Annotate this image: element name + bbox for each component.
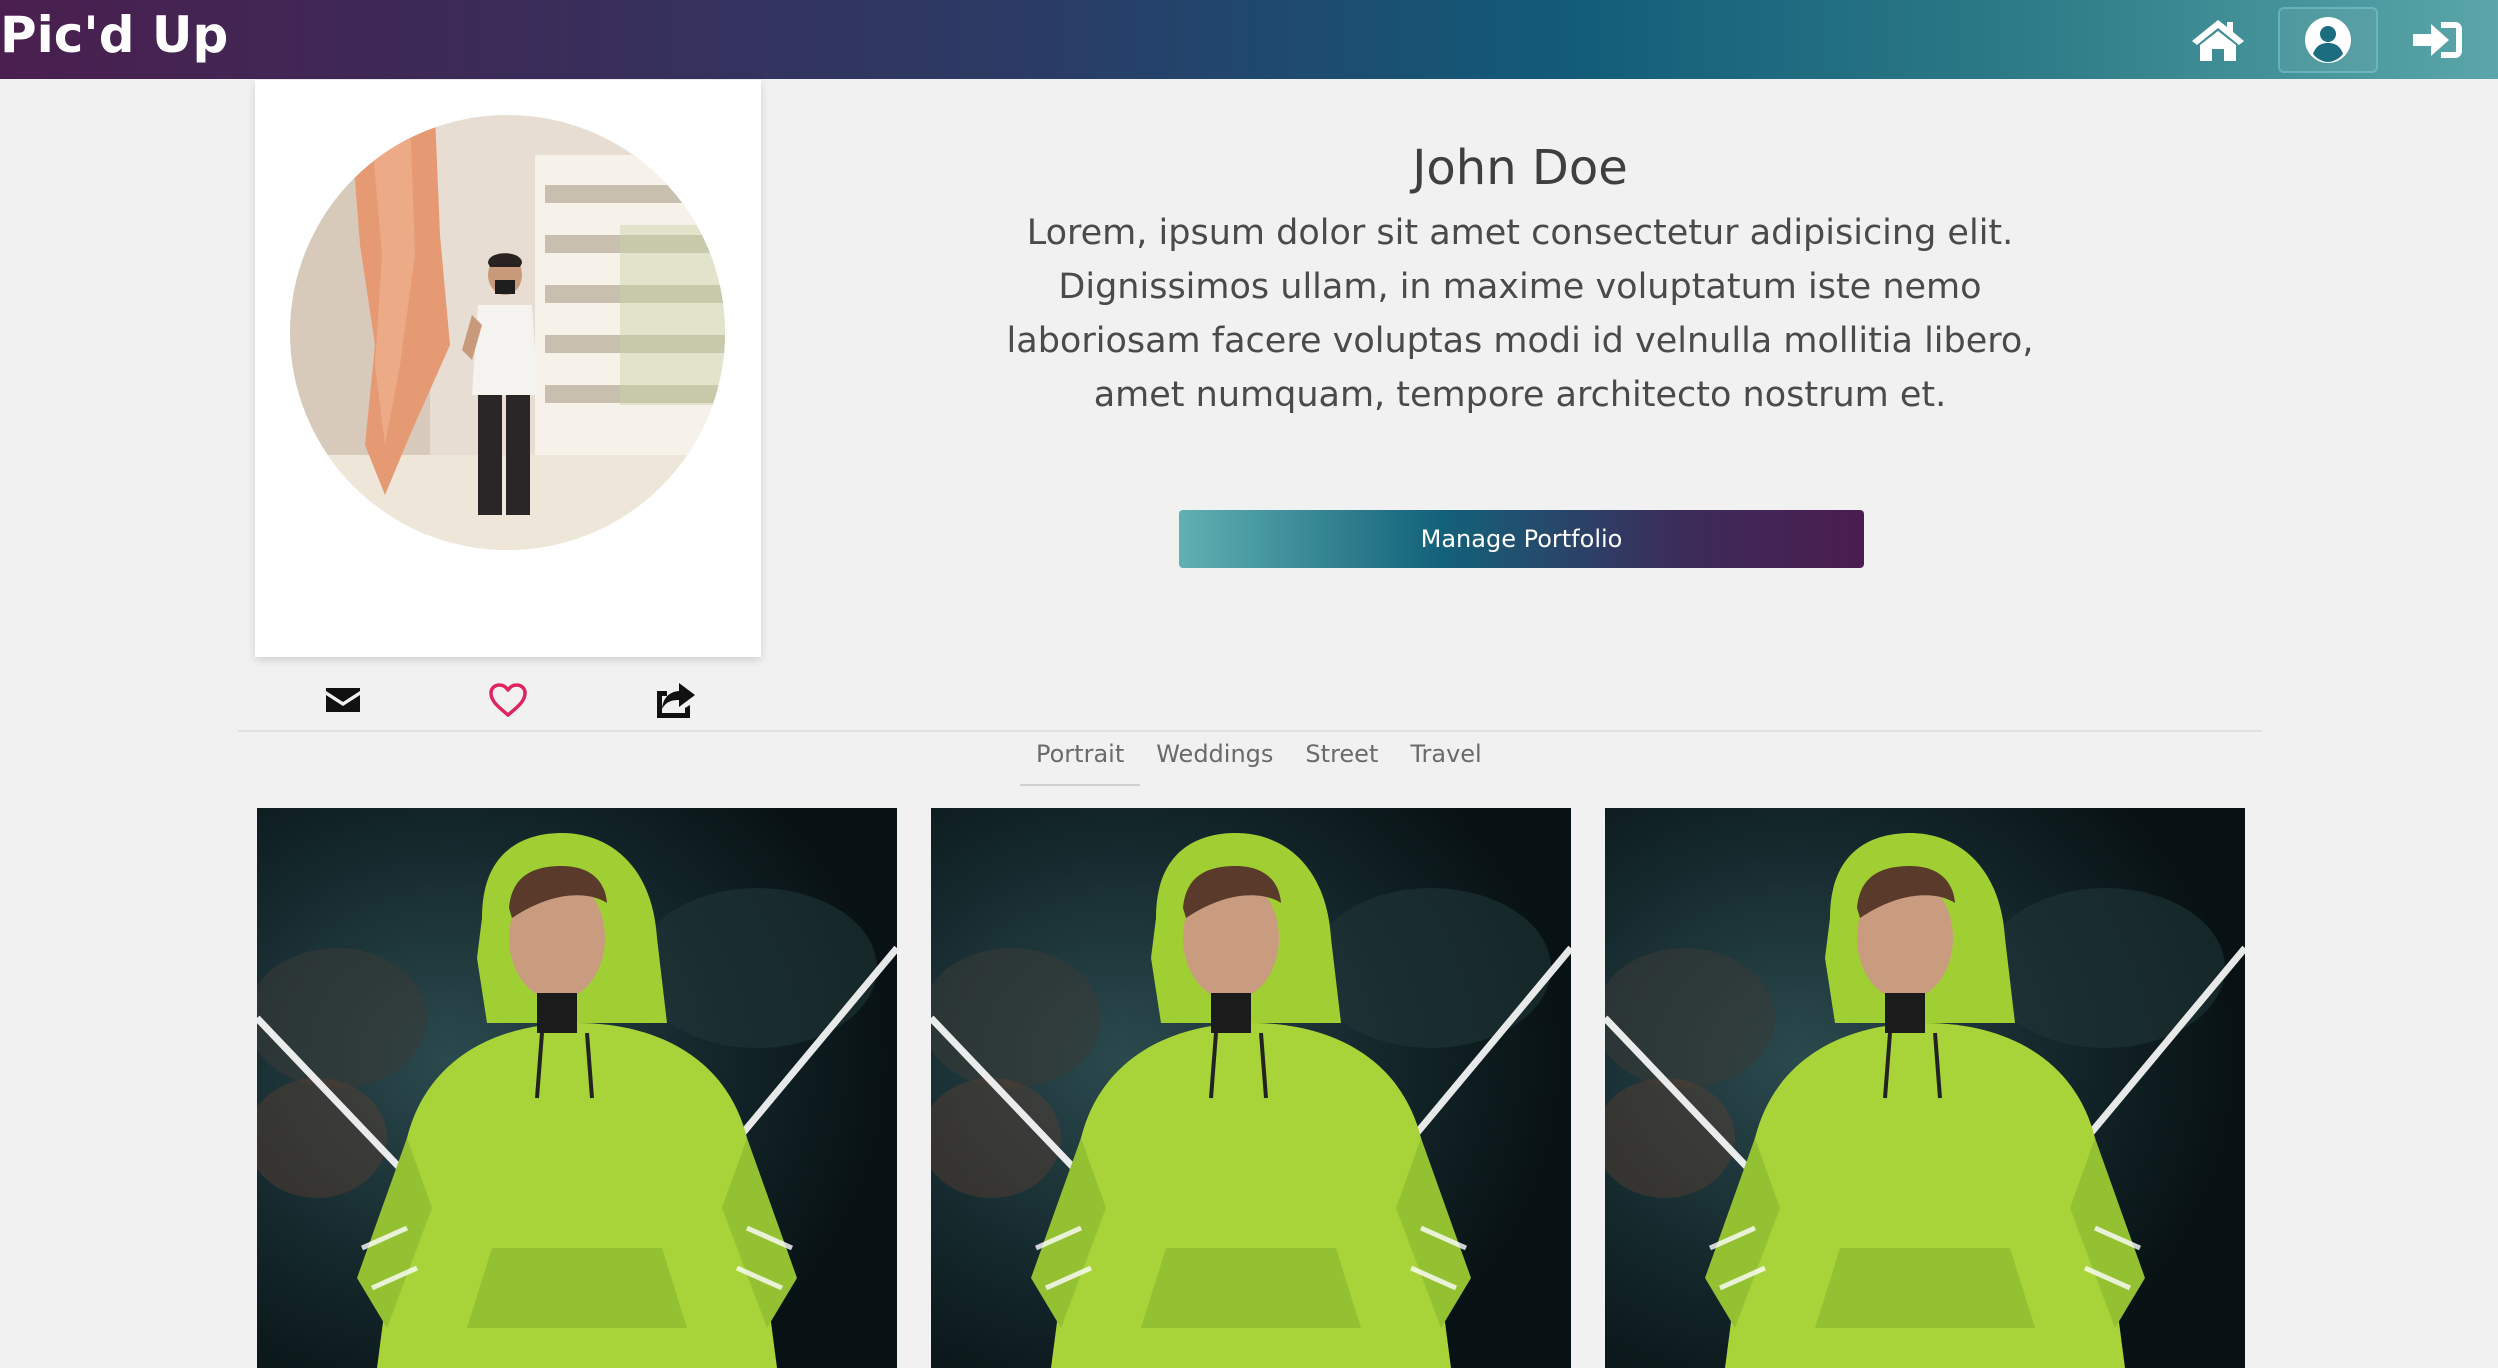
nav-icon-group [2168,0,2498,79]
profile-avatar [290,115,725,550]
profile-button[interactable] [2278,6,2378,73]
tab-weddings[interactable]: Weddings [1140,738,1289,786]
heart-icon [489,683,527,717]
like-button[interactable] [483,675,533,725]
share-button[interactable] [651,675,701,725]
user-circle-icon [2305,16,2351,63]
profile-bio: Lorem, ipsum dolor sit amet consectetur … [1006,213,2034,415]
tab-street[interactable]: Street [1289,738,1394,786]
section-divider [238,730,2262,732]
tab-portrait[interactable]: Portrait [1020,738,1141,786]
share-icon [657,683,695,718]
gallery-photo-image [1605,808,2245,1368]
sign-in-icon [2413,21,2462,58]
message-button[interactable] [318,675,368,725]
gallery-photo-1[interactable] [257,808,897,1368]
brand-logo[interactable]: Pic'd Up [0,6,228,64]
tab-travel[interactable]: Travel [1394,738,1497,786]
profile-card [255,80,761,718]
sign-in-button[interactable] [2388,7,2488,73]
gallery-photo-image [931,808,1571,1368]
top-navbar: Pic'd Up [0,0,2498,79]
home-icon [2192,19,2244,61]
home-button[interactable] [2168,7,2268,73]
manage-portfolio-button[interactable]: Manage Portfolio [1179,510,1864,568]
gallery-photo-3[interactable] [1605,808,2245,1368]
gallery-photo-2[interactable] [931,808,1571,1368]
category-tabs: Portrait Weddings Street Travel [1020,738,1498,788]
profile-name: John Doe [1412,140,1628,196]
envelope-icon [326,688,360,712]
gallery-photo-image [257,808,897,1368]
